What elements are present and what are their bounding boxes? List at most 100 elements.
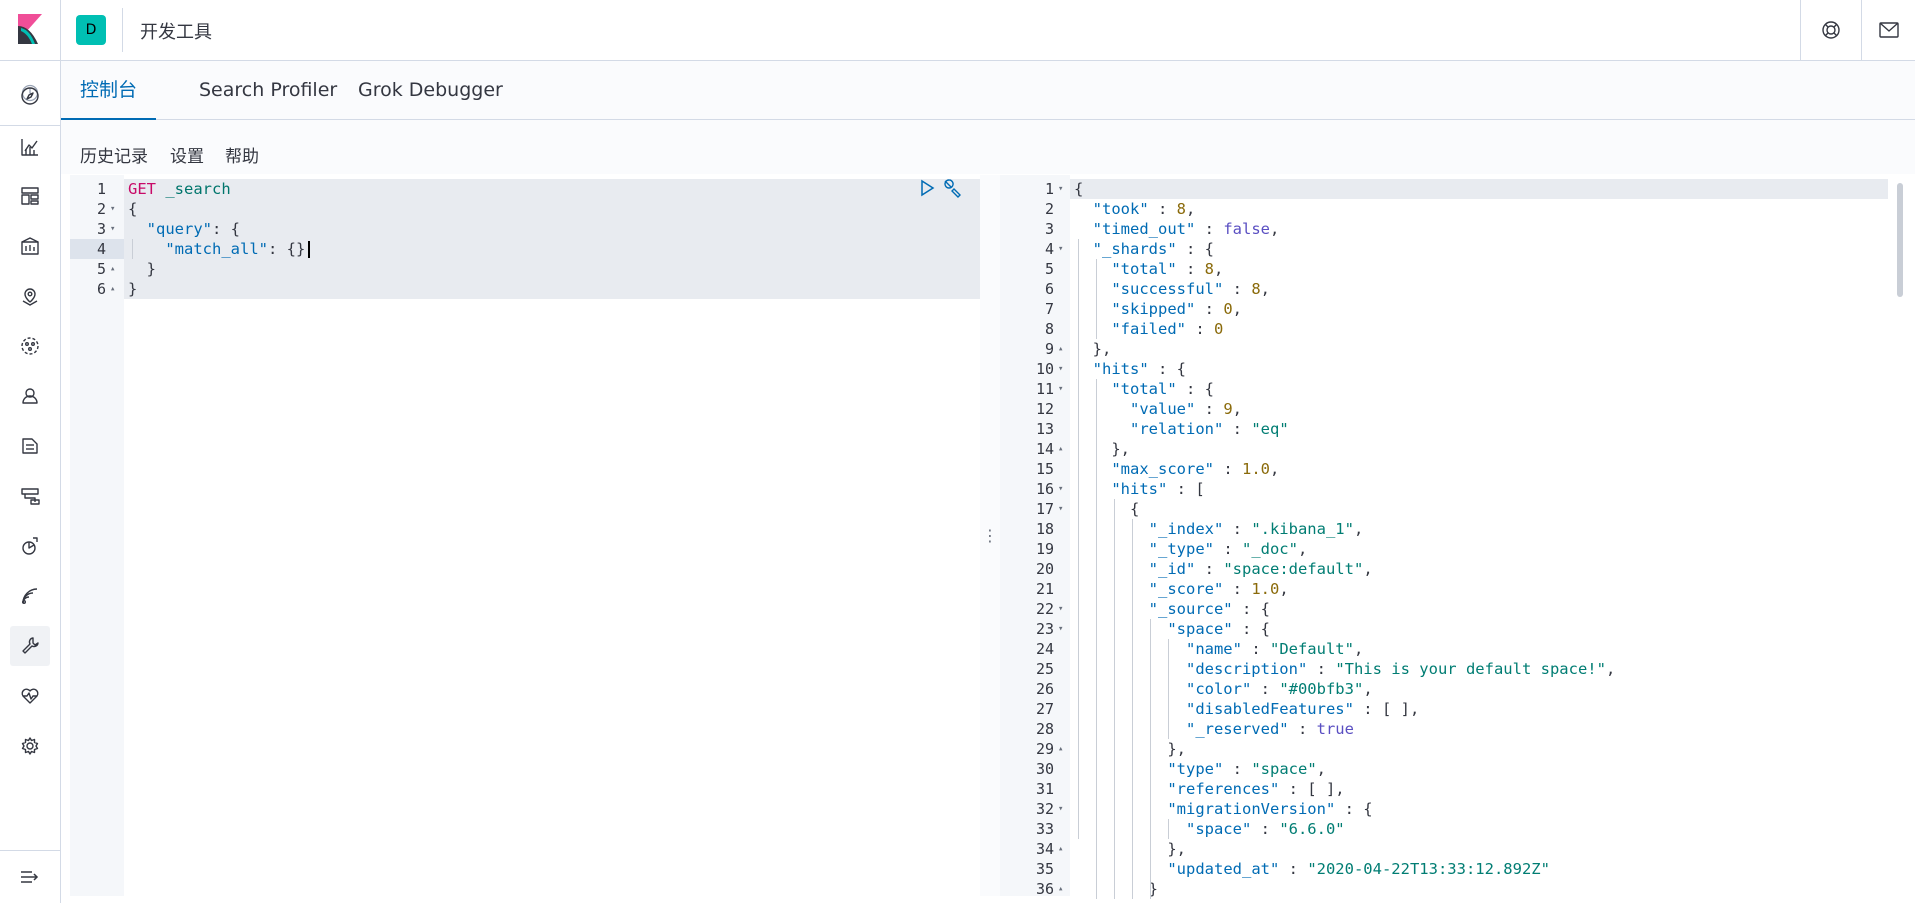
tab-grok-debugger[interactable]: Grok Debugger (339, 61, 522, 119)
code-token: , (1232, 300, 1243, 318)
nav-item-management[interactable] (10, 726, 50, 766)
fold-close-icon[interactable]: ▴ (110, 264, 115, 274)
response-scrollbar[interactable] (1897, 183, 1903, 297)
fold-open-icon[interactable]: ▾ (1058, 484, 1063, 494)
fold-open-icon[interactable]: ▾ (110, 204, 115, 214)
space-avatar[interactable]: D (76, 15, 106, 45)
fold-close-icon[interactable]: ▴ (1058, 344, 1063, 354)
line-number: 12 (1035, 400, 1054, 418)
fold-open-icon[interactable]: ▾ (1058, 624, 1063, 634)
pane-resizer[interactable]: ⋮ (980, 175, 1000, 896)
line-number: 14 (1035, 440, 1054, 458)
nav-item-discover[interactable] (10, 76, 50, 116)
nav-item-apm[interactable] (10, 526, 50, 566)
lifebuoy-icon (1822, 21, 1840, 39)
nav-item-dashboard[interactable] (10, 176, 50, 216)
code-token: , (1353, 520, 1364, 538)
indent-guide (1132, 519, 1133, 899)
history-link[interactable]: 历史记录 (80, 142, 148, 167)
indent-guide (1078, 239, 1079, 839)
code-token: : [ (1167, 480, 1205, 498)
code-token: "successful" (1111, 280, 1224, 298)
fold-open-icon[interactable]: ▾ (1058, 244, 1063, 254)
code-token: "6.6.0" (1279, 820, 1345, 838)
code-line: "type" : "space", (1074, 759, 1326, 779)
code-token: 8 (1251, 280, 1261, 298)
fold-open-icon[interactable]: ▾ (1058, 504, 1063, 514)
line-number: 25 (1035, 660, 1054, 678)
code-token: : (1195, 400, 1224, 418)
nav-item-infrastructure[interactable] (10, 476, 50, 516)
code-token: : [ ], (1279, 780, 1345, 798)
nav-item-uptime[interactable] (10, 576, 50, 616)
newsfeed-button[interactable] (1861, 0, 1915, 60)
line-number: 34 (1035, 840, 1054, 858)
code-token: : (1223, 280, 1252, 298)
code-token: "description" (1185, 660, 1308, 678)
fold-open-icon[interactable]: ▾ (1058, 364, 1063, 374)
code-token: : (1213, 540, 1242, 558)
settings-link[interactable]: 设置 (170, 142, 204, 167)
kibana-logo-button[interactable] (0, 0, 61, 60)
code-token: : (1195, 560, 1224, 578)
code-token: "space" (1185, 820, 1252, 838)
shield-user-icon (22, 388, 38, 404)
code-token: , (1316, 760, 1326, 778)
code-line: } (128, 279, 137, 299)
nav-item-monitoring[interactable] (10, 676, 50, 716)
code-line: }, (1074, 339, 1112, 359)
fold-close-icon[interactable]: ▴ (1058, 844, 1063, 854)
fold-close-icon[interactable]: ▴ (1058, 444, 1063, 454)
nav-item-canvas[interactable] (10, 226, 50, 266)
fold-open-icon[interactable]: ▾ (1058, 604, 1063, 614)
code-token: : { (1232, 620, 1270, 638)
nav-item-maps[interactable] (10, 277, 50, 317)
nav-item-visualize[interactable] (10, 127, 50, 167)
line-number: 1 (96, 180, 106, 198)
help-menu-button[interactable] (1800, 0, 1861, 60)
code-line: "name" : "Default", (1074, 639, 1363, 659)
help-link[interactable]: 帮助 (225, 142, 259, 167)
nav-item-ml[interactable] (10, 326, 50, 366)
wrench-icon (22, 637, 39, 654)
nav-item-siem[interactable] (10, 376, 50, 416)
code-line: "max_score" : 1.0, (1074, 459, 1279, 479)
fold-open-icon[interactable]: ▾ (1058, 804, 1063, 814)
fold-close-icon[interactable]: ▴ (1058, 744, 1063, 754)
highlighted-line (124, 219, 980, 239)
code-line: }, (1074, 439, 1130, 459)
code-token: : { (1335, 800, 1373, 818)
line-number: 3 (1044, 220, 1054, 238)
code-token: "failed" (1111, 320, 1186, 338)
line-number: 28 (1035, 720, 1054, 738)
fold-open-icon[interactable]: ▾ (110, 224, 115, 234)
nav-item-dev-tools[interactable] (10, 626, 50, 666)
collapse-nav-button[interactable] (0, 850, 60, 903)
nav-item-logs[interactable] (10, 426, 50, 466)
send-request-icon[interactable] (918, 179, 936, 197)
code-line: "_reserved" : true (1074, 719, 1354, 739)
tab-search-profiler[interactable]: Search Profiler (180, 61, 356, 119)
dev-tools-tabs: 控制台 Search Profiler Grok Debugger (61, 61, 1915, 120)
line-number: 6 (1044, 280, 1054, 298)
response-viewer[interactable]: 1 ▾ {2 "took" : 8, 3 "timed_out" : false, 4 ▾… (1000, 175, 1910, 899)
fold-close-icon[interactable]: ▴ (110, 284, 115, 294)
code-token: : (1251, 820, 1280, 838)
wrench-actions-icon[interactable] (942, 178, 962, 198)
code-line: "timed_out" : false, (1074, 219, 1280, 239)
fold-close-icon[interactable]: ▴ (1058, 884, 1063, 894)
code-token: ".kibana_1" (1251, 520, 1354, 538)
fold-open-icon[interactable]: ▾ (1058, 184, 1063, 194)
request-editor[interactable]: 1 GET _search 2 ▾ {3 ▾ "query": {4 "match_all… (70, 175, 980, 896)
code-token: : (1195, 220, 1224, 238)
line-number: 10 (1035, 360, 1054, 378)
tab-console[interactable]: 控制台 (61, 61, 157, 120)
code-token: "relation" (1130, 420, 1224, 438)
code-token: : (1241, 640, 1270, 658)
top-header: D 开发工具 (0, 0, 1915, 61)
fold-open-icon[interactable]: ▾ (1058, 384, 1063, 394)
text-cursor (308, 241, 310, 258)
